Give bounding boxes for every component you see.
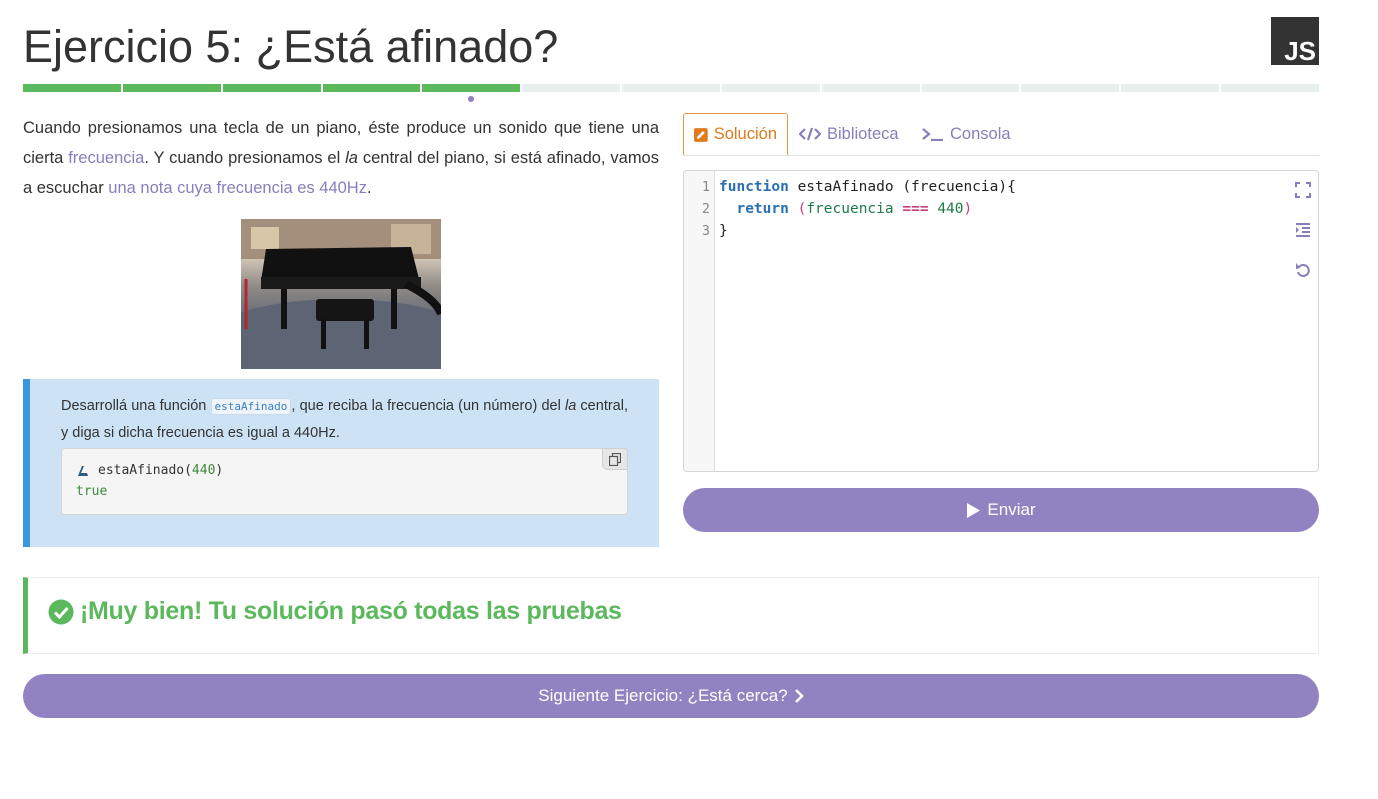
description-text: .	[366, 179, 372, 197]
result-banner: ¡Muy bien! Tu solución pasó todas las pr…	[23, 577, 1319, 654]
paren: )	[963, 201, 973, 217]
tab-label: Solución	[713, 125, 777, 143]
chevron-right-icon	[794, 689, 804, 703]
function-name-code: estaAfinado	[210, 398, 292, 415]
progress-segment-2[interactable]	[122, 84, 221, 92]
task-text: , que reciba la frecuencia (un número) d…	[291, 398, 565, 414]
progress-segment-4[interactable]	[322, 84, 421, 92]
expand-icon	[1295, 182, 1311, 198]
pencil-icon	[694, 127, 708, 142]
line-number-gutter: 1 2 3	[684, 171, 715, 471]
progress-segment-5[interactable]	[422, 84, 521, 92]
example-call: estaAfinado(	[98, 463, 192, 478]
code-icon	[799, 127, 821, 141]
description-text: . Y cuando presionamos el	[144, 149, 346, 167]
next-label: Siguiente Ejercicio: ¿Está cerca?	[538, 686, 788, 705]
operator: ===	[902, 201, 929, 217]
exercise-description: Cuando presionamos una tecla de un piano…	[23, 113, 659, 203]
tab-consola[interactable]: Consola	[912, 113, 1021, 155]
copy-icon	[609, 452, 621, 466]
tab-label: Biblioteca	[827, 124, 899, 143]
frecuencia-link[interactable]: frecuencia	[68, 149, 144, 167]
next-exercise-button[interactable]: Siguiente Ejercicio: ¿Está cerca?	[23, 674, 1319, 718]
keyword: return	[736, 201, 789, 217]
code-text: estaAfinado (frecuencia){	[788, 179, 1016, 195]
reset-code-button[interactable]	[1294, 261, 1312, 279]
description-emphasis: la	[345, 149, 358, 167]
terminal-icon	[922, 128, 943, 141]
task-instructions: Desarrollá una función estaAfinado, que …	[61, 393, 628, 447]
undo-icon	[1296, 263, 1310, 277]
progress-segment-8[interactable]	[721, 84, 820, 92]
progress-segment-1[interactable]	[23, 84, 121, 92]
task-text: Desarrollá una función	[61, 398, 211, 414]
piano-illustration	[241, 219, 441, 369]
js-logo: JS	[1271, 17, 1319, 65]
number: 440	[937, 201, 964, 217]
task-emphasis: la	[564, 398, 577, 414]
progress-segment-7[interactable]	[622, 84, 720, 92]
check-circle-icon	[48, 599, 74, 624]
tab-biblioteca[interactable]: Biblioteca	[789, 113, 909, 155]
play-icon	[967, 502, 981, 518]
result-message: ¡Muy bien! Tu solución pasó todas las pr…	[48, 597, 622, 626]
progress-segment-3[interactable]	[222, 84, 321, 92]
copy-button[interactable]	[602, 448, 628, 470]
editor-tabs: Solución Biblioteca Consola	[683, 113, 1319, 156]
send-button[interactable]: Enviar	[683, 488, 1319, 532]
prompt-icon	[78, 465, 88, 476]
exercise-progress-bar	[23, 84, 1319, 92]
argument: frecuencia	[806, 201, 894, 217]
example-result: true	[76, 484, 108, 499]
nota-440hz-link[interactable]: una nota cuya frecuencia es 440Hz	[108, 179, 367, 197]
page-title: Ejercicio 5: ¿Está afinado?	[23, 21, 559, 72]
code-line-3[interactable]: }	[719, 220, 728, 242]
progress-segment-11[interactable]	[1021, 84, 1120, 92]
progress-segment-13[interactable]	[1221, 84, 1319, 92]
keyword: function	[719, 179, 789, 195]
line-number: 1	[701, 179, 710, 195]
example-close: )	[215, 463, 224, 478]
format-code-button[interactable]	[1294, 221, 1312, 239]
result-text: ¡Muy bien! Tu solución pasó todas las pr…	[80, 597, 622, 625]
task-box: Desarrollá una función estaAfinado, que …	[23, 379, 659, 547]
code-editor[interactable]: 1 2 3 function estaAfinado (frecuencia){…	[683, 170, 1319, 472]
piano-image	[241, 219, 441, 369]
example-code-block: estaAfinado(440) true	[61, 448, 628, 515]
tab-solucion[interactable]: Solución	[683, 113, 788, 155]
fullscreen-button[interactable]	[1294, 181, 1312, 199]
progress-segment-12[interactable]	[1121, 84, 1220, 92]
progress-segment-9[interactable]	[821, 84, 920, 92]
line-number: 2	[701, 201, 710, 217]
code-line-1[interactable]: function estaAfinado (frecuencia){	[719, 176, 1016, 198]
send-label: Enviar	[987, 500, 1036, 519]
indent-icon	[1296, 223, 1310, 237]
example-call-line: estaAfinado(440)	[76, 463, 223, 478]
current-exercise-marker	[468, 96, 474, 102]
progress-segment-10[interactable]	[921, 84, 1020, 92]
line-number: 3	[701, 223, 710, 239]
tab-label: Consola	[950, 124, 1011, 143]
code-line-2[interactable]: return (frecuencia === 440)	[719, 198, 972, 220]
example-arg: 440	[191, 463, 216, 478]
progress-segment-6[interactable]	[522, 84, 621, 92]
